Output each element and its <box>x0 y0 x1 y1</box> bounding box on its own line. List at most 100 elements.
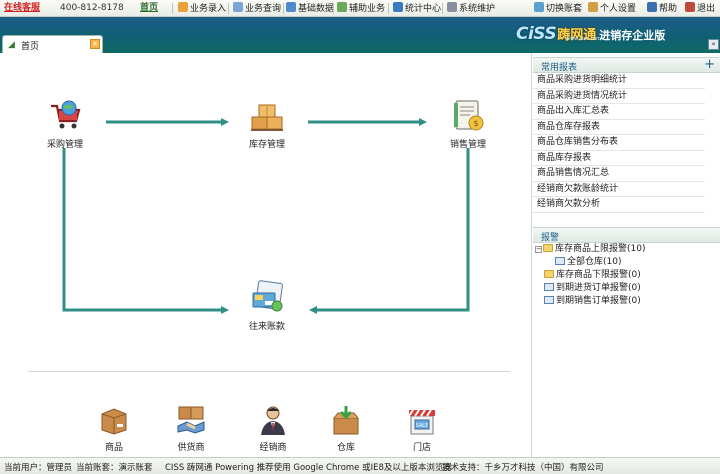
exit-button[interactable]: 退出 <box>685 2 715 15</box>
settings-icon <box>447 2 457 12</box>
menu-label: 业务查询 <box>245 4 282 14</box>
menu-assist-business[interactable]: 辅助业务 <box>337 2 385 15</box>
current-account: 当前账套：演示账套 <box>76 463 153 473</box>
warehouse-box-icon <box>333 406 359 435</box>
report-item[interactable]: 商品采购进货情况统计 <box>533 89 705 104</box>
tech-support: 技术支持：千乡万才科技（中国）有限公司 <box>442 463 604 473</box>
svg-text:$: $ <box>473 119 478 128</box>
report-item[interactable]: 商品销售情况汇总 <box>533 166 705 182</box>
flow-label-inventory: 库存管理 <box>248 140 285 150</box>
brand-url: www.ciss.com <box>566 36 602 42</box>
service-phone: 400-812-8178 <box>60 3 124 13</box>
menu-label: 切换账套 <box>546 4 583 14</box>
toolbar-divider <box>442 3 443 14</box>
top-toolbar: 在线客服 400-812-8178 首页 业务录入 业务查询 基础数据 辅助业务… <box>0 0 720 17</box>
shortcut-label-product: 商品 <box>104 443 123 453</box>
collapse-panel-button[interactable]: « <box>708 39 719 50</box>
report-item[interactable]: 商品出入库汇总表 <box>533 104 705 120</box>
document-icon <box>544 296 554 304</box>
collapse-toggle-icon[interactable]: − <box>535 246 542 253</box>
flow-label-accounts: 往来账款 <box>248 322 285 332</box>
menu-label: 基础数据 <box>298 4 335 14</box>
brand-name: CiSS <box>516 24 557 44</box>
alert-tree-node[interactable]: 库存商品下限报警(0) <box>533 269 720 282</box>
flow-node-sales[interactable]: $ 销售管理 <box>433 97 503 150</box>
report-item[interactable]: 商品仓库存报表 <box>533 120 705 135</box>
tools-icon <box>337 2 347 12</box>
flow-node-purchase[interactable]: 采购管理 <box>30 97 100 150</box>
alert-tree-node[interactable]: 到期销售订单报警(0) <box>533 295 720 308</box>
report-item[interactable]: 经销商欠款账龄统计 <box>533 182 705 197</box>
toolbar-divider <box>388 3 389 14</box>
menu-base-data[interactable]: 基础数据 <box>286 2 334 15</box>
toolbar-divider <box>228 3 229 14</box>
help-icon <box>647 2 657 12</box>
toolbar-divider <box>172 3 173 14</box>
report-item[interactable]: 商品采购进货明细统计 <box>533 73 705 89</box>
right-panel: 常用报表 + 商品采购进货明细统计 商品采购进货情况统计 商品出入库汇总表 商品… <box>533 53 720 457</box>
menu-system-maintenance[interactable]: 系统维护 <box>447 2 495 15</box>
folder-icon <box>544 270 554 278</box>
arrow-purchase-to-accounts <box>62 148 229 314</box>
alert-tree-label: 全部仓库(10) <box>567 257 622 267</box>
brand-tagline: 进销存企业版 <box>599 29 666 42</box>
tab-close-icon[interactable]: ✕ <box>90 39 100 49</box>
shortcut-warehouse[interactable]: 仓库 <box>311 404 381 453</box>
search-doc-icon <box>233 2 243 12</box>
dealer-person-icon <box>261 406 285 435</box>
shortcut-store[interactable]: SALE 门店 <box>387 404 457 453</box>
boxes-icon <box>251 104 283 131</box>
toolbar-divider <box>283 3 284 14</box>
shortcut-dealer[interactable]: 经销商 <box>238 404 308 453</box>
report-item[interactable]: 经销商欠款分析 <box>533 197 705 213</box>
menu-label: 统计中心 <box>405 4 442 14</box>
document-icon <box>544 283 554 291</box>
alerts-panel-title: 报警 <box>541 233 560 243</box>
reports-panel-title: 常用报表 <box>541 63 578 73</box>
tab-home-label: 首页 <box>21 42 40 52</box>
menu-business-entry[interactable]: 业务录入 <box>178 2 226 15</box>
accounts-ledger-icon <box>252 280 283 312</box>
flow-node-inventory[interactable]: 库存管理 <box>232 97 302 150</box>
shortcut-label-warehouse: 仓库 <box>336 443 355 453</box>
current-user: 当前用户：管理员 <box>4 463 73 473</box>
help-button[interactable]: 帮助 <box>647 2 677 15</box>
flow-node-accounts[interactable]: 往来账款 <box>232 279 302 332</box>
alert-tree-label: 库存商品下限报警(0) <box>556 270 641 280</box>
switch-account-button[interactable]: 切换账套 <box>534 2 582 15</box>
document-icon <box>555 257 565 265</box>
alert-tree-node[interactable]: − 库存商品上限报警(10) <box>533 243 720 256</box>
online-service-link[interactable]: 在线客服 <box>4 2 40 15</box>
shortcut-label-supplier: 供货商 <box>177 443 205 453</box>
alert-tree-label: 到期销售订单报警(0) <box>556 296 641 306</box>
sales-ledger-icon: $ <box>454 100 484 131</box>
shortcut-product[interactable]: 商品 <box>79 404 149 453</box>
chart-icon <box>393 2 403 12</box>
data-icon <box>286 2 296 12</box>
tab-home[interactable]: ◢ 首页 ✕ <box>2 35 103 53</box>
menu-label: 系统维护 <box>459 4 496 14</box>
exit-icon <box>685 2 695 12</box>
home-tab-icon: ◢ <box>8 40 15 50</box>
menu-label: 辅助业务 <box>349 4 386 14</box>
alert-tree-node[interactable]: 全部仓库(10) <box>533 256 720 269</box>
svg-text:SALE: SALE <box>416 423 429 429</box>
alert-tree-node[interactable]: 到期进货订单报警(0) <box>533 282 720 295</box>
menu-business-query[interactable]: 业务查询 <box>233 2 281 15</box>
store-front-icon: SALE <box>408 409 435 435</box>
personal-settings-button[interactable]: 个人设置 <box>588 2 636 15</box>
shortcut-supplier[interactable]: 供货商 <box>156 404 226 453</box>
home-link[interactable]: 首页 <box>140 2 158 15</box>
shopping-cart-icon <box>51 100 81 129</box>
alerts-panel-header: 报警 <box>533 227 720 243</box>
workflow-canvas: 采购管理 库存管理 $ 销售管理 往来账款 商品 供货商 经销商 仓库 SALE… <box>0 53 532 457</box>
alert-tree-label: 库存商品上限报警(10) <box>555 244 646 254</box>
add-report-icon[interactable]: + <box>704 57 715 72</box>
report-item[interactable]: 商品库存报表 <box>533 151 705 166</box>
menu-statistics-center[interactable]: 统计中心 <box>393 2 441 15</box>
reports-panel-header: 常用报表 + <box>533 57 720 73</box>
report-item[interactable]: 商品仓库销售分布表 <box>533 135 705 151</box>
edit-icon <box>178 2 188 12</box>
menu-label: 帮助 <box>659 4 678 14</box>
switch-icon <box>534 2 544 12</box>
